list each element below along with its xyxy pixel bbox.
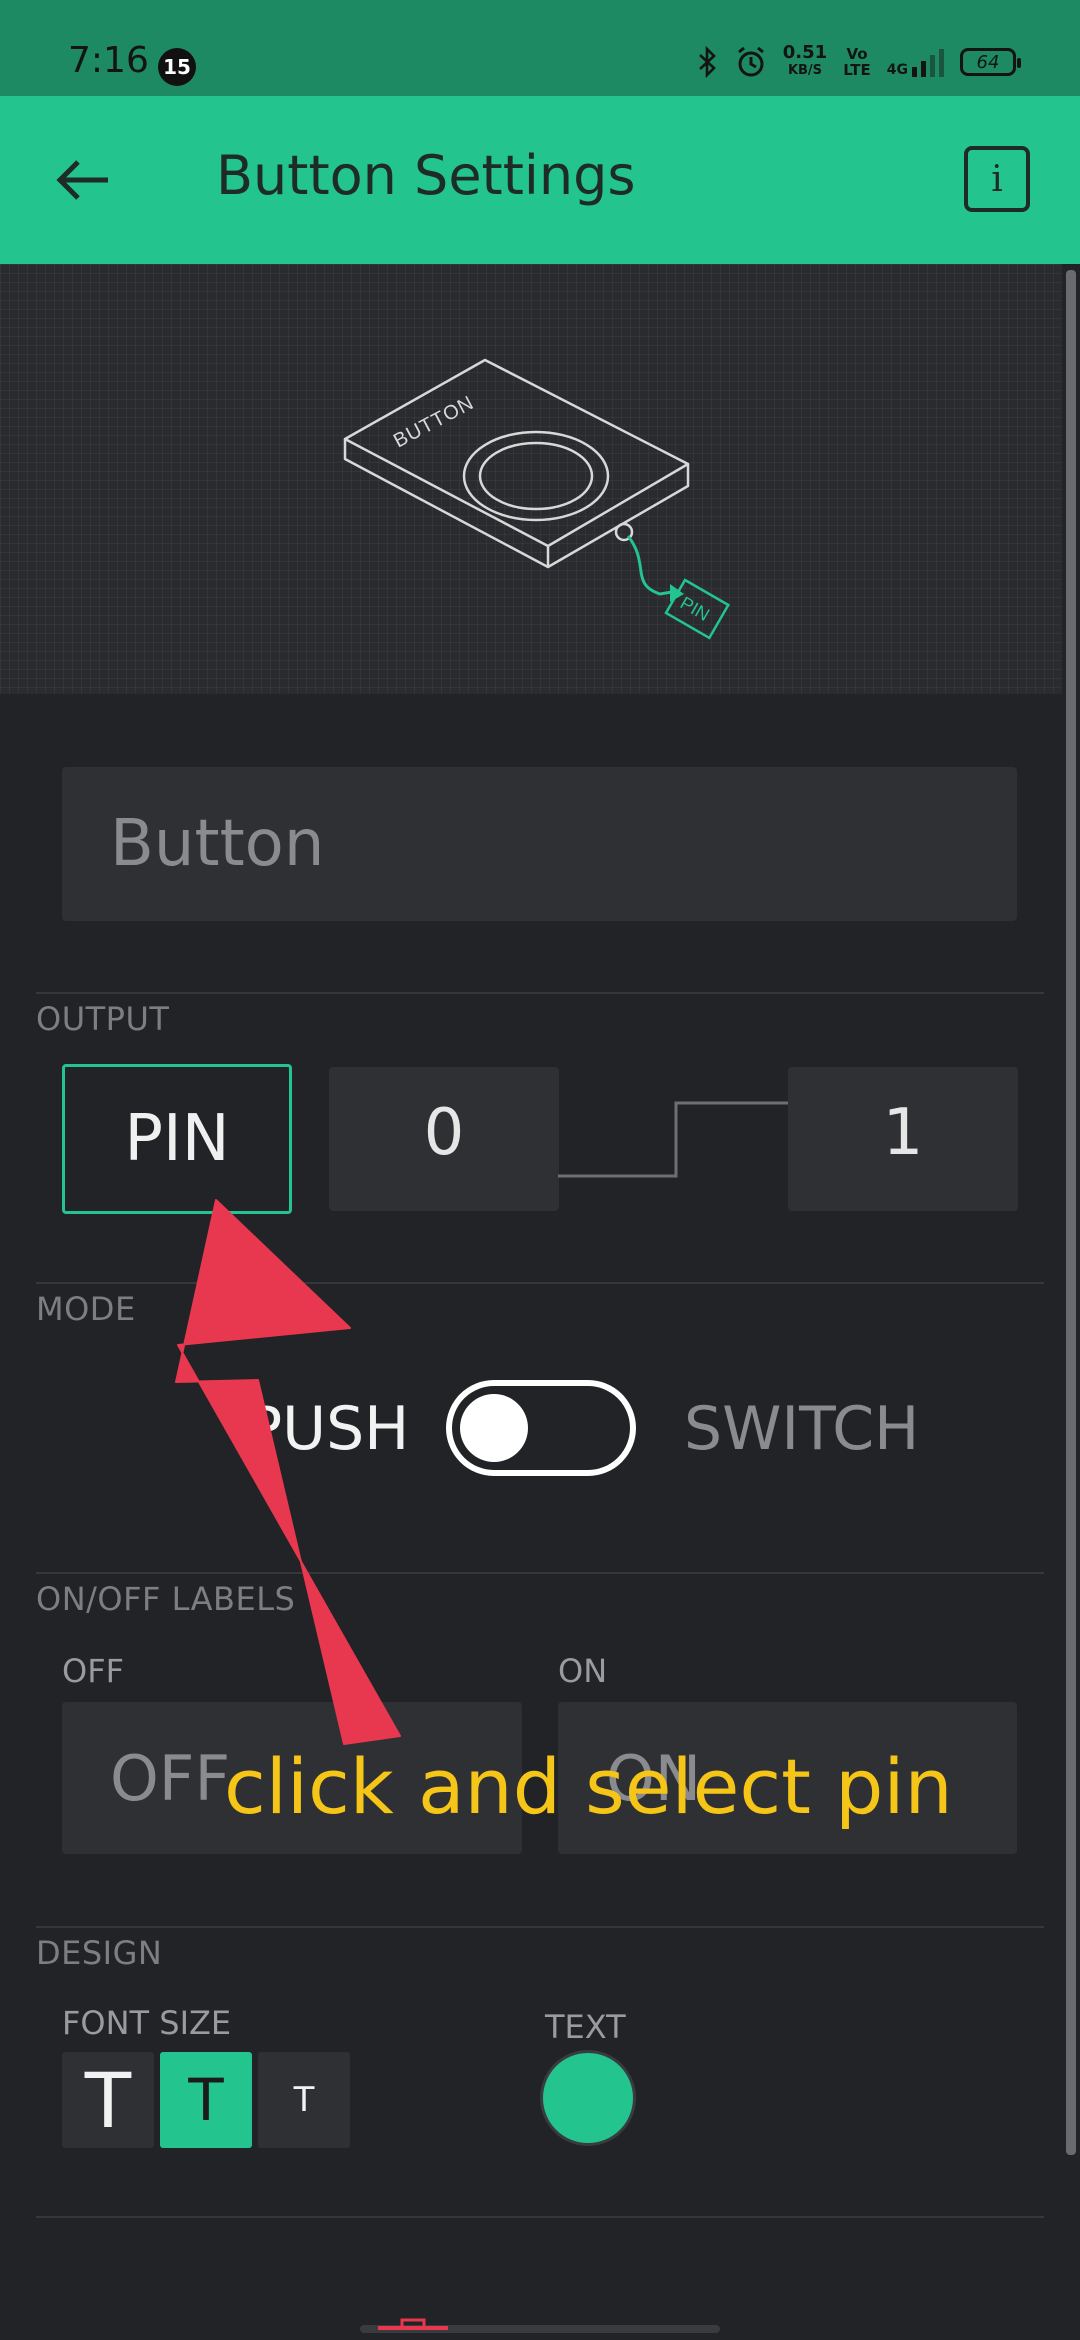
info-button[interactable]: i bbox=[964, 146, 1030, 212]
battery-level: 64 bbox=[976, 51, 1000, 73]
annotation-text: click and select pin bbox=[224, 1742, 953, 1831]
scrollbar[interactable] bbox=[1066, 270, 1076, 2155]
volte-line2: LTE bbox=[843, 61, 871, 79]
text-color-label: TEXT bbox=[545, 2008, 626, 2046]
back-button[interactable] bbox=[48, 148, 120, 212]
on-label-caption: ON bbox=[558, 1652, 608, 1690]
font-size-small-glyph: T bbox=[293, 2080, 315, 2120]
widget-illustration: BUTTON PIN bbox=[0, 264, 1062, 694]
app-bar: Button Settings i bbox=[0, 96, 1080, 264]
bluetooth-icon bbox=[698, 46, 716, 78]
font-size-medium-button[interactable]: T bbox=[160, 2052, 252, 2148]
design-section-label: DESIGN bbox=[36, 1934, 163, 1972]
toggle-knob bbox=[460, 1394, 528, 1462]
widget-name-value: Button bbox=[110, 807, 325, 881]
off-label-caption: OFF bbox=[62, 1652, 124, 1690]
output-section-label: OUTPUT bbox=[36, 1000, 170, 1038]
output-low-value-input[interactable]: 0 bbox=[329, 1067, 559, 1211]
font-size-selector: T T T bbox=[62, 2052, 350, 2148]
output-high-value-input[interactable]: 1 bbox=[788, 1067, 1018, 1211]
network-type: 4G bbox=[886, 62, 908, 78]
font-size-label: FONT SIZE bbox=[62, 2004, 232, 2042]
page-title: Button Settings bbox=[216, 144, 636, 207]
signal-icon bbox=[912, 47, 944, 77]
divider bbox=[36, 2216, 1044, 2218]
font-size-small-button[interactable]: T bbox=[258, 2052, 350, 2148]
status-icons: 0.51 KB/S Vo LTE 4G 64 bbox=[697, 44, 1021, 80]
cellular-indicator: 4G bbox=[887, 47, 944, 77]
mode-toggle[interactable] bbox=[446, 1380, 636, 1476]
font-size-medium-glyph: T bbox=[188, 2066, 224, 2134]
labels-section-label: ON/OFF LABELS bbox=[36, 1580, 296, 1618]
alarm-icon bbox=[737, 46, 764, 77]
pin-select-label: PIN bbox=[124, 1102, 230, 1176]
pin-tag-label: PIN bbox=[677, 593, 713, 625]
mode-switch-label[interactable]: SWITCH bbox=[684, 1394, 919, 1464]
pin-select-button[interactable]: PIN bbox=[62, 1064, 292, 1214]
status-bar: 7:16 15 0.51 KB/S Vo LTE 4G 64 bbox=[0, 0, 1080, 96]
off-label-value: OFF bbox=[110, 1741, 231, 1815]
font-size-large-glyph: T bbox=[84, 2055, 132, 2145]
device-label: BUTTON bbox=[390, 392, 478, 453]
button-device-illustration: BUTTON PIN bbox=[343, 358, 731, 640]
divider bbox=[36, 1282, 1044, 1284]
mode-section-label: MODE bbox=[36, 1290, 136, 1328]
net-speed-unit: KB/S bbox=[787, 63, 823, 78]
output-high-value: 1 bbox=[882, 1096, 924, 1170]
divider bbox=[36, 1572, 1044, 1574]
output-step-graph bbox=[558, 1101, 790, 1178]
font-size-large-button[interactable]: T bbox=[62, 2052, 154, 2148]
text-color-swatch[interactable] bbox=[540, 2050, 636, 2146]
net-speed-value: 0.51 bbox=[782, 42, 828, 63]
mode-push-label[interactable]: PUSH bbox=[246, 1394, 409, 1464]
net-speed: 0.51 KB/S bbox=[783, 44, 827, 80]
info-icon: i bbox=[991, 158, 1003, 200]
notification-badge: 15 bbox=[158, 48, 196, 86]
divider bbox=[36, 1926, 1044, 1928]
volte-line1: Vo bbox=[846, 45, 868, 63]
battery-icon: 64 bbox=[960, 48, 1021, 76]
output-low-value: 0 bbox=[423, 1096, 465, 1170]
status-time: 7:16 bbox=[68, 40, 149, 81]
widget-name-input[interactable]: Button bbox=[62, 767, 1017, 921]
delete-icon[interactable] bbox=[378, 2318, 448, 2336]
divider bbox=[36, 992, 1044, 994]
volte-indicator: Vo LTE bbox=[843, 46, 871, 78]
